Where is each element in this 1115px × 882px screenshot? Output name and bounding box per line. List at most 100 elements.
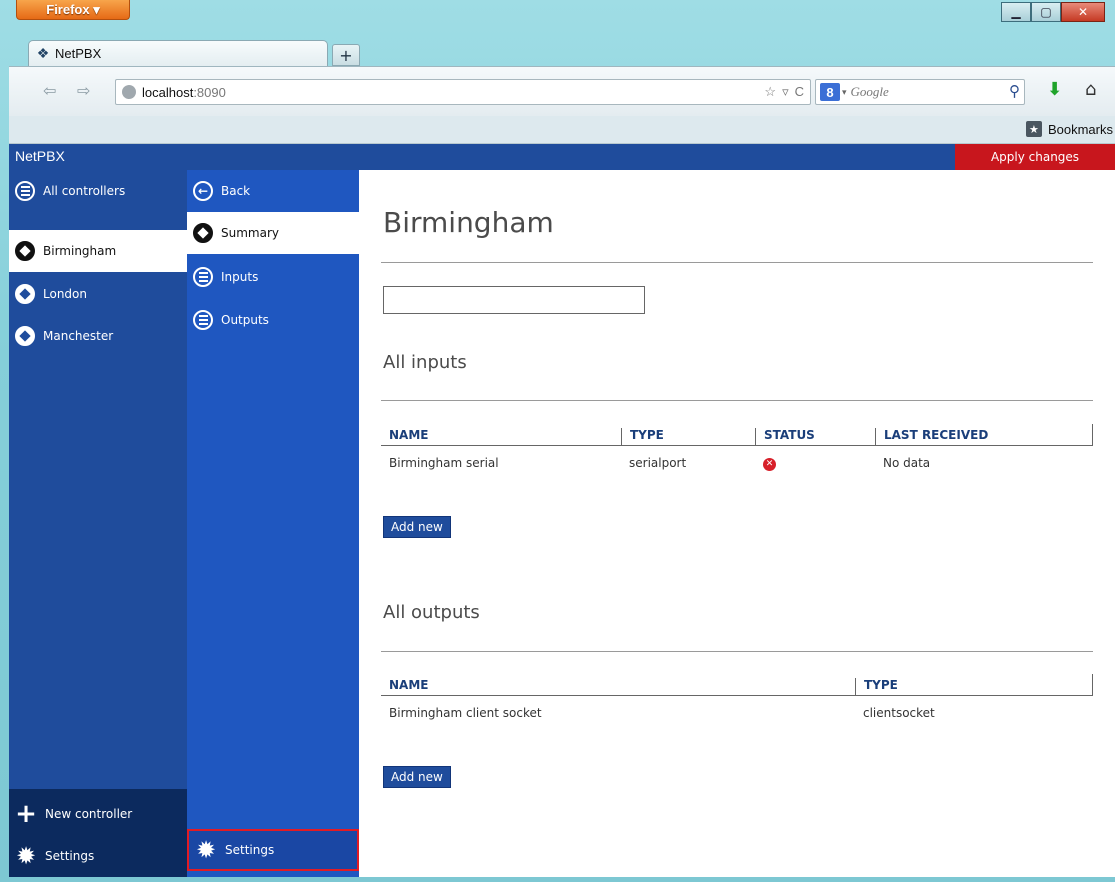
outputs-table-header: NAME TYPE [381,674,1093,696]
maximize-icon[interactable]: ▢ [1031,2,1061,22]
minimize-icon[interactable]: ▁ [1001,2,1031,22]
search-engine-dropdown-icon[interactable]: ▾ [842,87,847,98]
sidebar-item-all-controllers[interactable]: All controllers [9,170,187,212]
controller-icon [15,326,35,346]
sidebar-item-london[interactable]: London [9,273,187,315]
browser-window: Firefox ▾ ▁ ▢ ✕ ❖ NetPBX + ⇦ ⇨ localhost… [0,0,1115,882]
url-port: :8090 [193,84,226,100]
new-controller-button[interactable]: + New controller [9,793,187,835]
inputs-heading: All inputs [383,352,467,373]
subnav-item-inputs[interactable]: Inputs [187,256,359,298]
add-input-label: Add new [391,520,443,534]
divider [381,651,1093,652]
column-header-type[interactable]: TYPE [621,428,664,446]
input-type-cell: serialport [629,456,687,470]
new-tab-button[interactable]: + [332,44,360,66]
netpbx-favicon-icon: ❖ [36,45,50,61]
controller-subnav: ← Back Summary Inputs Outputs ✹ Settings [187,170,359,877]
summary-icon [193,223,213,243]
inputs-table-header: NAME TYPE STATUS LAST RECEIVED [381,424,1093,446]
column-header-name[interactable]: NAME [381,428,428,446]
filter-input[interactable] [383,286,645,314]
apply-changes-label: Apply changes [990,150,1080,164]
output-type-cell: clientsocket [863,706,935,720]
tab-title: NetPBX [55,46,102,61]
firefox-menu-label: Firefox ▾ [46,1,100,17]
firefox-menu-button[interactable]: Firefox ▾ [16,0,130,20]
url-bar[interactable]: localhost :8090 ☆ ▿ C [115,79,811,105]
sidebar-item-label: Manchester [43,329,114,343]
url-host: localhost [142,84,194,100]
column-header-type[interactable]: TYPE [855,678,898,696]
subnav-item-label: Inputs [221,270,259,284]
page-title: Birmingham [383,206,554,239]
navigation-toolbar: ⇦ ⇨ localhost :8090 ☆ ▿ C 8 ▾ Google ⚲ ⬇… [9,66,1115,116]
bookmark-star-icon[interactable]: ☆ [764,84,776,100]
url-actions: ☆ ▿ C [764,84,804,100]
subnav-item-label: Outputs [221,313,269,327]
browser-tab[interactable]: ❖ NetPBX [28,40,328,66]
google-icon[interactable]: 8 [820,83,840,101]
bookmarks-label: Bookmarks [1047,121,1113,137]
bookmarks-icon: ★ [1025,121,1042,137]
error-status-icon: ✕ [763,457,776,471]
subnav-item-label: Summary [221,226,279,240]
close-icon[interactable]: ✕ [1061,2,1105,22]
netpbx-app: NetPBX Apply changes All controllers Bir… [9,144,1115,877]
home-icon[interactable]: ⌂ [1085,79,1096,100]
input-status-cell: ✕ [755,455,776,471]
reload-icon[interactable]: C [795,84,804,100]
bookmarks-menu[interactable]: ★ Bookmarks [1025,121,1113,137]
subnav-item-outputs[interactable]: Outputs [187,299,359,341]
divider [381,262,1093,263]
download-icon[interactable]: ⬇ [1047,79,1062,100]
table-border [1092,674,1093,696]
subnav-item-summary[interactable]: Summary [187,212,359,254]
new-controller-label: New controller [45,807,133,821]
subnav-item-label: Back [221,184,251,198]
settings-button[interactable]: ✹ Settings [9,835,187,877]
settings-label: Settings [45,849,95,863]
controller-icon [15,241,35,261]
controllers-sidebar: All controllers Birmingham London Manche… [9,170,187,877]
subnav-settings-label: Settings [225,843,275,857]
output-name-cell[interactable]: Birmingham client socket [381,706,542,720]
list-icon [15,181,35,201]
main-content: Birmingham All inputs NAME TYPE STATUS L… [381,170,1093,877]
subnav-item-back[interactable]: ← Back [187,170,359,212]
column-header-last-received[interactable]: LAST RECEIVED [875,428,988,446]
table-border [1092,424,1093,446]
column-header-name[interactable]: NAME [381,678,428,696]
apply-changes-button[interactable]: Apply changes [955,144,1115,170]
divider [381,400,1093,401]
app-header: NetPBX Apply changes [9,144,1115,170]
window-controls: ▁ ▢ ✕ [1001,2,1105,22]
back-arrow-icon[interactable]: ⇦ [43,81,56,100]
search-bar[interactable]: 8 ▾ Google ⚲ [815,79,1025,105]
gear-icon: ✹ [15,842,37,870]
history-dropdown-icon[interactable]: ▿ [782,84,789,100]
subnav-settings-button[interactable]: ✹ Settings [187,829,359,871]
add-output-label: Add new [391,770,443,784]
globe-icon [122,85,136,99]
list-icon [193,310,213,330]
column-header-status[interactable]: STATUS [755,428,815,446]
sidebar-item-label: London [43,287,87,301]
gear-icon: ✹ [195,836,217,864]
sidebar-item-manchester[interactable]: Manchester [9,315,187,357]
outputs-heading: All outputs [383,602,480,623]
search-placeholder: Google [850,84,889,99]
forward-arrow-icon[interactable]: ⇨ [77,81,90,100]
search-icon[interactable]: ⚲ [1009,82,1020,101]
add-input-button[interactable]: Add new [383,516,451,538]
sidebar-item-label: All controllers [43,184,126,198]
sidebar-item-birmingham[interactable]: Birmingham [9,230,187,272]
sidebar-footer: + New controller ✹ Settings [9,789,187,877]
back-arrow-icon: ← [193,181,213,201]
new-tab-label: + [339,45,353,65]
controller-icon [15,284,35,304]
app-title: NetPBX [15,148,65,164]
input-name-cell[interactable]: Birmingham serial [381,456,499,470]
add-output-button[interactable]: Add new [383,766,451,788]
bookmarks-toolbar: ★ Bookmarks [9,116,1115,144]
